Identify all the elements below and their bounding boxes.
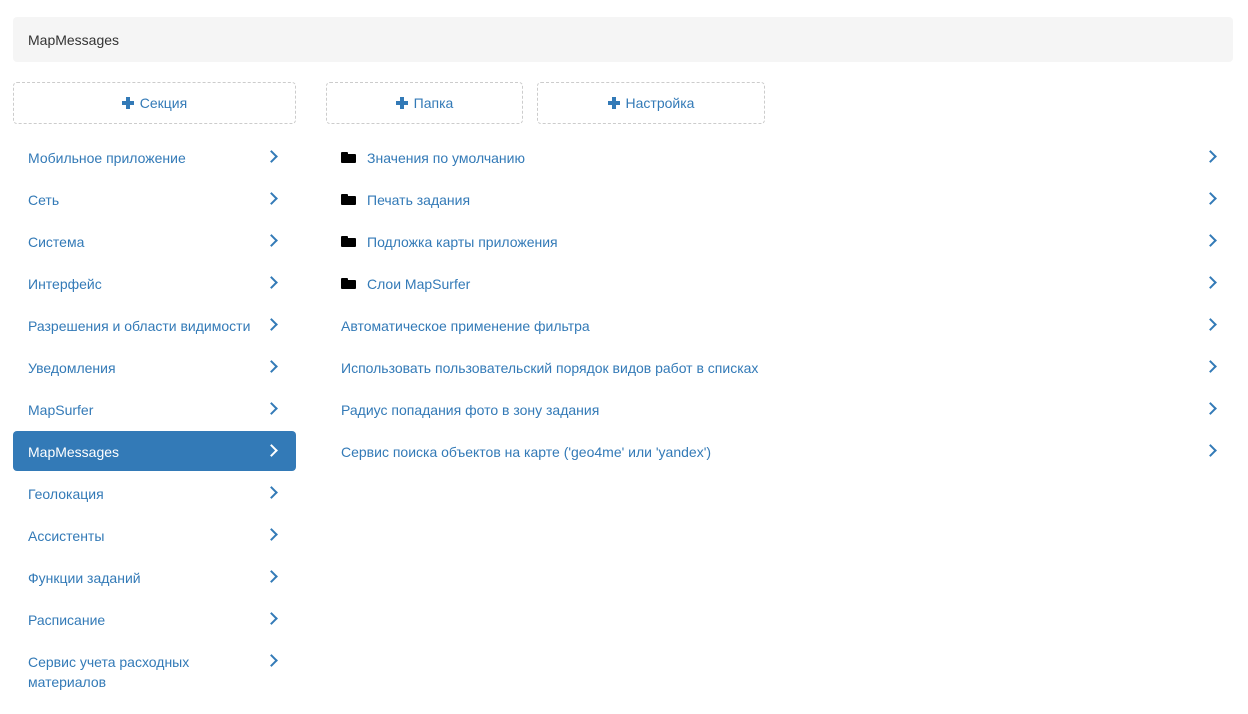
content-list: Значения по умолчанию Печать задания Под… [326,137,1233,473]
plus-icon [607,97,620,109]
add-section-button[interactable]: Секция [13,82,296,124]
folder-item-task-print[interactable]: Печать задания [326,179,1233,219]
setting-item-photo-radius[interactable]: Радиус попадания фото в зону задания [326,389,1233,429]
section-item-task-functions[interactable]: Функции заданий [13,557,296,597]
folder-icon [341,236,356,247]
folder-icon [341,278,356,289]
section-item-label: Функции заданий [28,570,141,586]
add-section-label: Секция [139,95,188,111]
chevron-right-icon [265,528,278,541]
add-setting-button[interactable]: Настройка [537,82,765,124]
chevron-right-icon [265,570,278,583]
chevron-right-icon [265,234,278,247]
section-item-label: Мобильное приложение [28,150,186,166]
chevron-right-icon [1204,276,1217,289]
chevron-right-icon [265,360,278,373]
section-item-geolocation[interactable]: Геолокация [13,473,296,513]
folder-item-defaults[interactable]: Значения по умолчанию [326,137,1233,177]
folder-item-map-basemap[interactable]: Подложка карты приложения [326,221,1233,261]
chevron-right-icon [1204,360,1217,373]
chevron-right-icon [1204,234,1217,247]
chevron-right-icon [265,402,278,415]
folder-item-label: Слои MapSurfer [367,276,471,292]
setting-item-label: Сервис поиска объектов на карте ('geo4me… [341,444,712,460]
chevron-right-icon [1204,192,1217,205]
folder-item-label: Печать задания [367,192,471,208]
section-item-label: Сервис учета расходных материалов [28,654,190,690]
folder-icon [341,194,356,205]
section-item-label: MapMessages [28,444,120,460]
section-item-label: Интерфейс [28,276,102,292]
folder-icon [341,152,356,163]
section-item-label: Сеть [28,192,60,208]
folder-item-mapsurfer-layers[interactable]: Слои MapSurfer [326,263,1233,303]
section-item-mapmessages[interactable]: MapMessages [13,431,296,471]
section-item-label: Система [28,234,85,250]
add-setting-label: Настройка [625,95,695,111]
plus-icon [121,97,134,109]
chevron-right-icon [1204,444,1217,457]
section-item-assistants[interactable]: Ассистенты [13,515,296,555]
setting-item-map-search-service[interactable]: Сервис поиска объектов на карте ('geo4me… [326,431,1233,471]
chevron-right-icon [265,654,278,667]
section-item-label: Геолокация [28,486,104,502]
setting-item-label: Использовать пользовательский порядок ви… [341,360,759,376]
setting-item-label: Радиус попадания фото в зону задания [341,402,600,418]
section-item-label: MapSurfer [28,402,94,418]
chevron-right-icon [265,486,278,499]
section-item-label: Расписание [28,612,106,628]
plus-icon [395,97,408,109]
chevron-right-icon [265,444,278,457]
chevron-right-icon [265,318,278,331]
breadcrumb-current: MapMessages [28,31,120,48]
folder-item-label: Подложка карты приложения [367,234,558,250]
section-item-label: Уведомления [28,360,116,376]
section-item-label: Разрешения и области видимости [28,318,251,334]
section-list: Мобильное приложение Сеть Система Интерф… [13,137,296,705]
chevron-right-icon [1204,402,1217,415]
setting-item-label: Автоматическое применение фильтра [341,318,590,334]
section-item-network[interactable]: Сеть [13,179,296,219]
section-item-notifications[interactable]: Уведомления [13,347,296,387]
chevron-right-icon [265,276,278,289]
setting-item-custom-work-order[interactable]: Использовать пользовательский порядок ви… [326,347,1233,387]
section-item-label: Ассистенты [28,528,105,544]
chevron-right-icon [1204,150,1217,163]
section-item-mapsurfer[interactable]: MapSurfer [13,389,296,429]
section-item-consumables-service[interactable]: Сервис учета расходных материалов [13,641,296,703]
setting-item-auto-filter[interactable]: Автоматическое применение фильтра [326,305,1233,345]
section-item-interface[interactable]: Интерфейс [13,263,296,303]
add-folder-label: Папка [413,95,454,111]
section-item-mobile-app[interactable]: Мобильное приложение [13,137,296,177]
chevron-right-icon [265,150,278,163]
chevron-right-icon [1204,318,1217,331]
section-item-schedule[interactable]: Расписание [13,599,296,639]
breadcrumb: MapMessages [13,17,1233,62]
add-folder-button[interactable]: Папка [326,82,523,124]
chevron-right-icon [265,612,278,625]
folder-item-label: Значения по умолчанию [367,150,525,166]
section-item-permissions[interactable]: Разрешения и области видимости [13,305,296,345]
section-item-system[interactable]: Система [13,221,296,261]
chevron-right-icon [265,192,278,205]
